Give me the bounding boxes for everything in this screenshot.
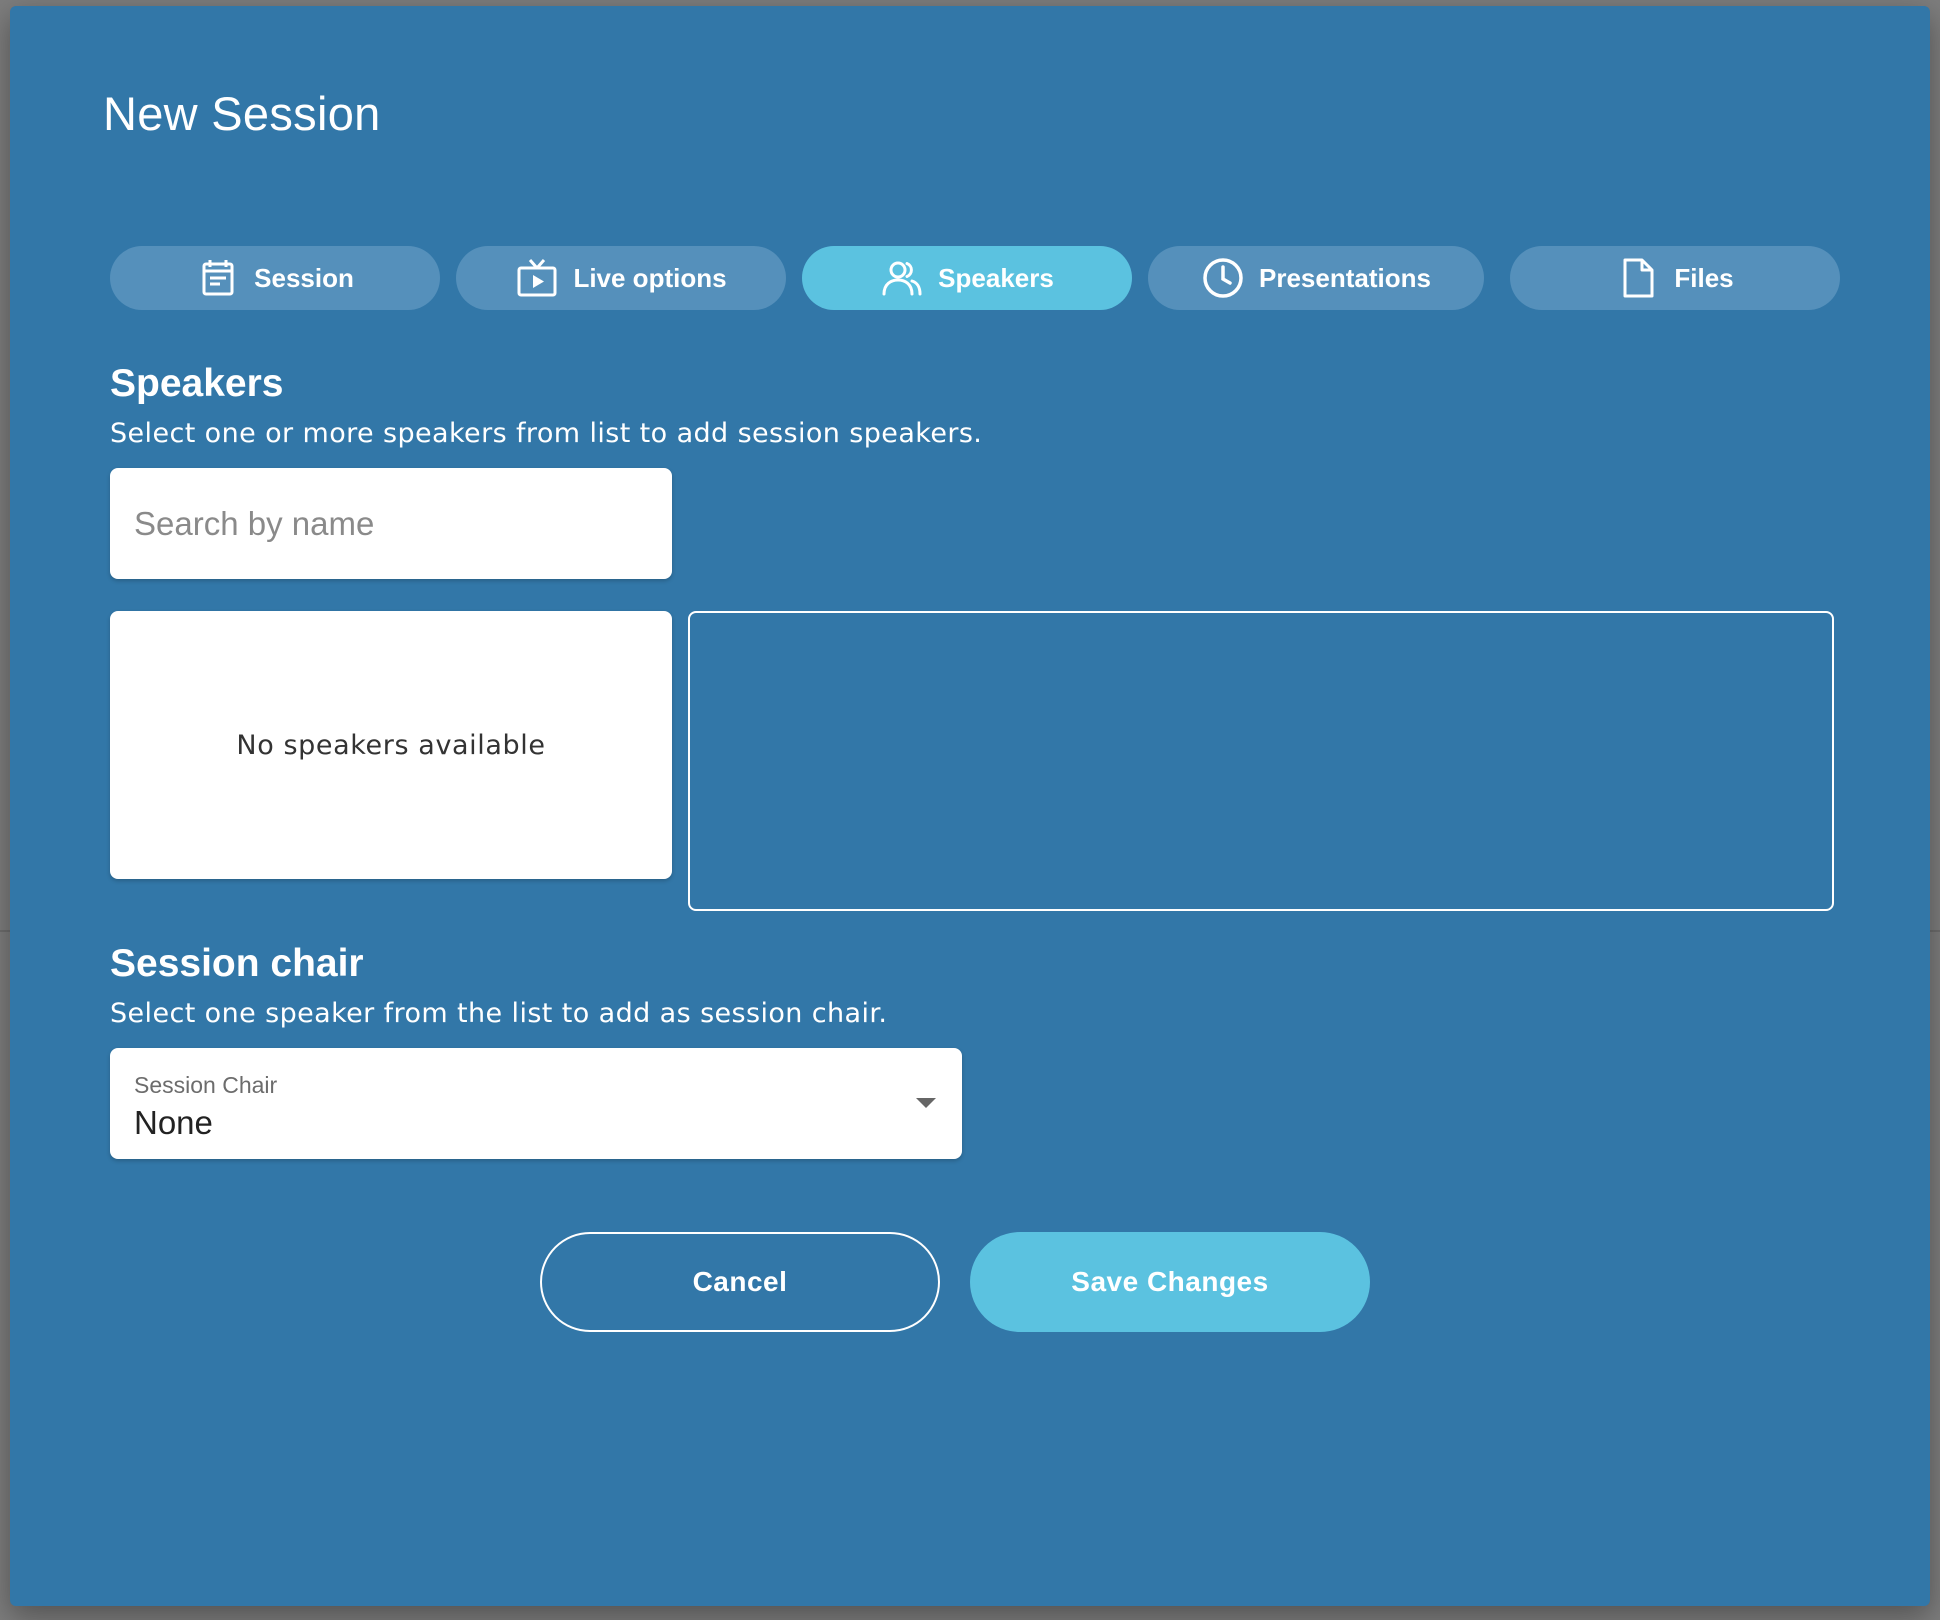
tab-presentations[interactable]: Presentations [1148,246,1484,310]
tab-label: Speakers [938,262,1054,293]
session-chair-select[interactable]: Session Chair None [110,1048,962,1159]
speakers-heading: Speakers [110,362,284,405]
tab-bar: Session Live options Speakers Presentati… [110,246,1842,310]
speaker-search-input[interactable] [110,468,672,579]
available-speakers-list[interactable]: No speakers available [110,611,672,879]
tab-label: Session [254,262,354,293]
cancel-button[interactable]: Cancel [540,1232,940,1332]
select-value: None [134,1104,213,1141]
tab-label: Files [1674,262,1734,293]
tab-speakers[interactable]: Speakers [802,246,1132,310]
speakers-description: Select one or more speakers from list to… [110,418,983,449]
selected-speakers-list[interactable] [688,611,1834,911]
tab-label: Presentations [1259,262,1431,293]
session-chair-description: Select one speaker from the list to add … [110,998,888,1029]
dialog-title: New Session [103,87,381,140]
live-tv-icon [515,256,559,300]
dropdown-arrow-icon [916,1098,936,1108]
file-icon [1616,256,1660,300]
session-chair-heading: Session chair [110,942,364,985]
tab-live-options[interactable]: Live options [456,246,786,310]
tab-files[interactable]: Files [1510,246,1840,310]
tab-session[interactable]: Session [110,246,440,310]
tab-label: Live options [573,262,727,293]
select-label: Session Chair [134,1072,278,1098]
clock-icon [1201,256,1245,300]
empty-state-text: No speakers available [236,729,546,761]
save-changes-button[interactable]: Save Changes [970,1232,1370,1332]
new-session-dialog: New Session Session Live options Speaker… [10,6,1930,1606]
calendar-icon [196,256,240,300]
people-icon [880,256,924,300]
